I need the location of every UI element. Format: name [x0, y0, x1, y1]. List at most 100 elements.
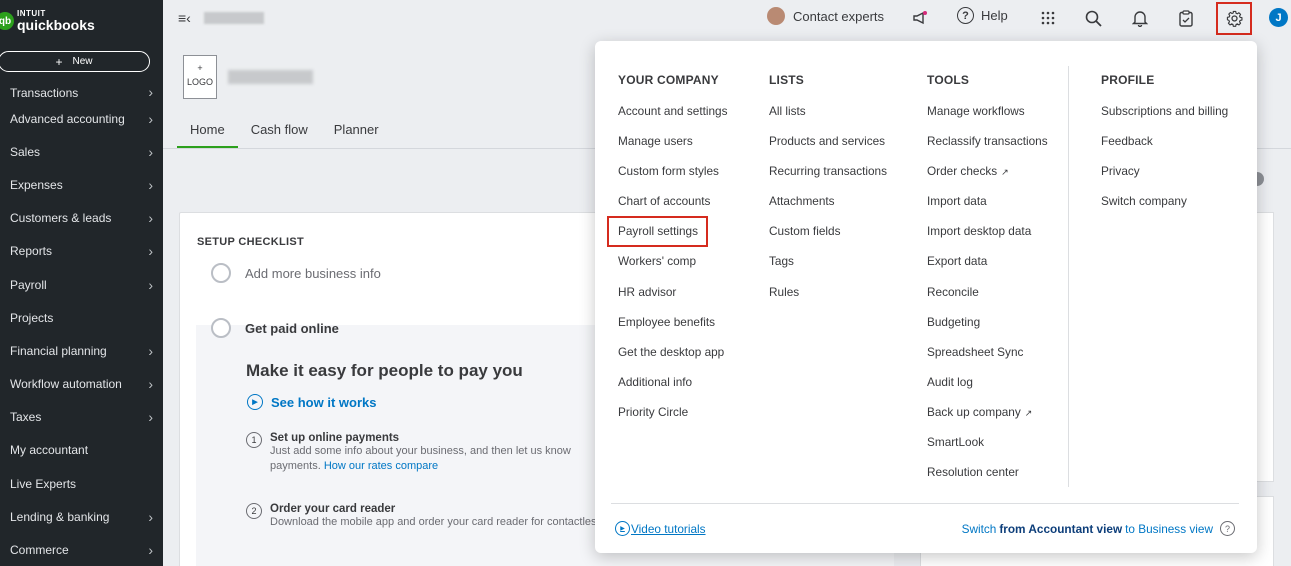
rates-compare-link[interactable]: How our rates compare: [324, 460, 438, 472]
settings-menu-item[interactable]: Import data: [927, 194, 1048, 224]
play-icon: ▶: [615, 521, 630, 536]
settings-menu-item[interactable]: Back up company ↗: [927, 405, 1048, 435]
checklist-item-business-info[interactable]: Add more business info: [211, 263, 381, 283]
settings-menu-item[interactable]: Get the desktop app: [618, 345, 728, 375]
apps-grid-icon[interactable]: [1037, 7, 1059, 29]
tab-cash-flow[interactable]: Cash flow: [238, 122, 321, 148]
settings-menu-item[interactable]: Manage users: [618, 134, 728, 164]
switch-view-link[interactable]: Switch from Accountant view to Business …: [962, 521, 1235, 536]
add-logo-button[interactable]: + LOGO: [183, 55, 217, 99]
settings-menu-item[interactable]: Employee benefits: [618, 315, 728, 345]
tab-home[interactable]: Home: [177, 122, 238, 148]
user-avatar[interactable]: J: [1269, 8, 1288, 27]
settings-menu-item[interactable]: Rules: [769, 285, 887, 315]
sidebar-item[interactable]: Payroll ›: [0, 268, 163, 301]
settings-menu-item-label: Attachments: [769, 194, 835, 209]
settings-menu-item-label: Account and settings: [618, 104, 728, 118]
settings-menu-item-label: Import desktop data: [927, 224, 1032, 239]
play-icon: ▶: [247, 394, 263, 410]
sidebar-item[interactable]: Customers & leads ›: [0, 202, 163, 235]
settings-menu-item[interactable]: Products and services: [769, 134, 887, 164]
new-button[interactable]: + New: [0, 51, 150, 72]
switch-suffix: to Business view: [1125, 521, 1213, 536]
chevron-right-icon: ›: [148, 542, 153, 559]
search-icon[interactable]: [1082, 7, 1104, 29]
megaphone-icon[interactable]: [909, 7, 931, 29]
settings-menu-item[interactable]: Order checks ↗: [927, 164, 1048, 194]
settings-menu-item[interactable]: Audit log: [927, 375, 1048, 405]
settings-menu-item-label: Feedback: [1101, 134, 1153, 149]
contact-experts-button[interactable]: Contact experts: [767, 7, 884, 25]
settings-menu-item[interactable]: Account and settings: [618, 104, 728, 134]
settings-menu-item[interactable]: Subscriptions and billing: [1101, 104, 1228, 134]
sidebar-item[interactable]: Expenses ›: [0, 168, 163, 201]
settings-menu-item[interactable]: Switch company: [1101, 194, 1228, 224]
sidebar-item[interactable]: Transactions ›: [0, 80, 163, 102]
settings-menu-item-label: Tags: [769, 254, 794, 269]
payroll-settings-highlight: [607, 216, 708, 247]
clipboard-icon[interactable]: [1175, 7, 1197, 29]
sidebar-item[interactable]: Sales ›: [0, 135, 163, 168]
chevron-right-icon: ›: [148, 110, 153, 127]
settings-menu-item-label: Reclassify transactions: [927, 134, 1048, 149]
column-profile: PROFILE Subscriptions and billing Feedbac…: [1101, 73, 1228, 224]
settings-menu-item[interactable]: Export data: [927, 254, 1048, 284]
settings-menu-item[interactable]: Priority Circle: [618, 405, 728, 435]
sidebar-item[interactable]: My accountant: [0, 434, 163, 467]
settings-menu-item[interactable]: Import desktop data: [927, 224, 1048, 254]
switch-bold: from Accountant view: [999, 521, 1123, 536]
settings-menu-item[interactable]: Attachments: [769, 194, 887, 224]
bell-icon[interactable]: [1129, 7, 1151, 29]
checklist-radio[interactable]: [211, 318, 231, 338]
sidebar-item[interactable]: Projects: [0, 301, 163, 334]
settings-menu-item-label: Privacy: [1101, 164, 1140, 179]
settings-menu-item[interactable]: Resolution center: [927, 465, 1048, 495]
see-how-it-works-link[interactable]: ▶ See how it works: [247, 394, 376, 410]
settings-menu-item[interactable]: Custom fields: [769, 224, 887, 254]
sidebar-item[interactable]: Reports ›: [0, 235, 163, 268]
tab-planner[interactable]: Planner: [321, 122, 392, 148]
settings-menu-item[interactable]: Custom form styles: [618, 164, 728, 194]
settings-menu-item[interactable]: All lists: [769, 104, 887, 134]
sidebar-item[interactable]: Commerce ›: [0, 533, 163, 566]
sidebar-item-label: Taxes: [10, 410, 42, 425]
help-button[interactable]: ? Help: [957, 7, 1008, 24]
question-icon[interactable]: ?: [1220, 521, 1235, 536]
menu-toggle-icon[interactable]: ≡‹: [178, 10, 191, 26]
sidebar-item-label: Workflow automation: [10, 377, 122, 392]
checklist-item-get-paid[interactable]: Get paid online: [211, 318, 339, 338]
checklist-item-label: Add more business info: [245, 265, 381, 281]
sidebar-item-label: Commerce: [10, 543, 69, 558]
sidebar-item-label: Lending & banking: [10, 509, 110, 524]
quickbooks-logo[interactable]: qb INTUIT quickbooks: [0, 6, 95, 36]
sidebar-item[interactable]: Advanced accounting ›: [0, 102, 163, 135]
add-logo-label: LOGO: [186, 76, 213, 87]
chevron-right-icon: ›: [148, 210, 153, 227]
sidebar-item[interactable]: Workflow automation ›: [0, 368, 163, 401]
sidebar-item[interactable]: Lending & banking ›: [0, 500, 163, 533]
settings-menu-item[interactable]: Reclassify transactions: [927, 134, 1048, 164]
checklist-radio[interactable]: [211, 263, 231, 283]
settings-menu-item[interactable]: Manage workflows: [927, 104, 1048, 134]
settings-menu-item[interactable]: Additional info: [618, 375, 728, 405]
sidebar-item[interactable]: Live Experts: [0, 467, 163, 500]
settings-menu-item[interactable]: Recurring transactions: [769, 164, 887, 194]
settings-menu-item[interactable]: Budgeting: [927, 315, 1048, 345]
sidebar-item[interactable]: Financial planning ›: [0, 334, 163, 367]
chevron-right-icon: ›: [148, 508, 153, 525]
video-tutorials-label: Video tutorials: [631, 521, 706, 536]
get-paid-headline: Make it easy for people to pay you: [246, 361, 523, 380]
settings-menu-item[interactable]: Workers' comp: [618, 254, 728, 284]
video-tutorials-link[interactable]: ▶ Video tutorials: [615, 521, 706, 536]
settings-menu-item[interactable]: Spreadsheet Sync: [927, 345, 1048, 375]
settings-gear-button[interactable]: [1216, 2, 1252, 35]
settings-menu-item[interactable]: HR advisor: [618, 285, 728, 315]
settings-menu-item[interactable]: SmartLook: [927, 435, 1048, 465]
settings-menu-item[interactable]: Feedback: [1101, 134, 1228, 164]
quickbooks-label: quickbooks: [17, 17, 95, 33]
settings-menu-item[interactable]: Tags: [769, 254, 887, 284]
sidebar-item[interactable]: Taxes ›: [0, 401, 163, 434]
column-lists: LISTS All lists Products and services Recu…: [769, 73, 887, 315]
settings-menu-item[interactable]: Reconcile: [927, 285, 1048, 315]
settings-menu-item[interactable]: Privacy: [1101, 164, 1228, 194]
